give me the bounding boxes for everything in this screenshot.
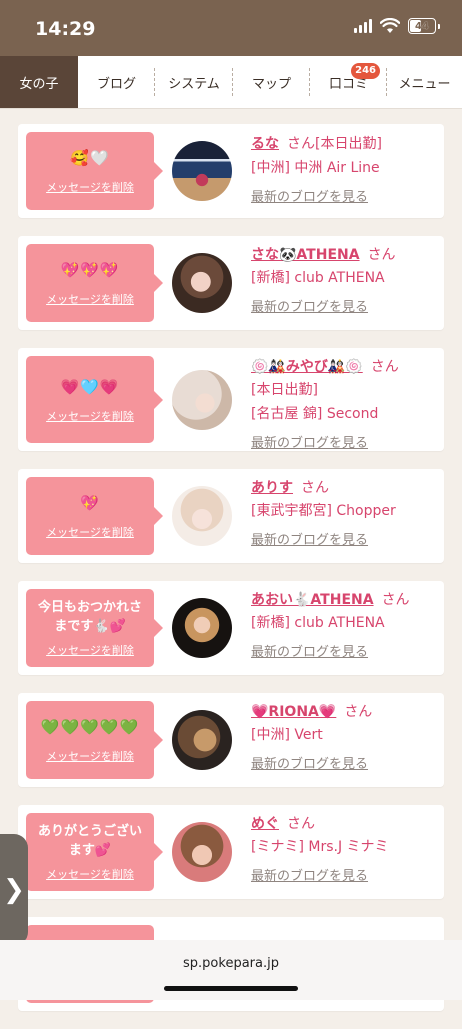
girl-card: 💚💚💚💚💚 メッセージを削除 💗RIONA💗 さん [中洲] Vert 最新のブロ… <box>18 693 444 787</box>
battery-level: 44 <box>415 20 429 32</box>
signal-icon <box>354 19 372 33</box>
side-drawer-toggle[interactable]: ❯ <box>0 834 28 946</box>
status-icons: 44 <box>354 18 440 34</box>
avatar[interactable] <box>172 598 232 658</box>
honorific: さん <box>287 136 315 152</box>
girl-info: 🍥🎎みやび🎎🍥 さん [本日出勤] [名古屋 錦] Second 最新のブログを見… <box>251 356 441 451</box>
nav-map[interactable]: マップ <box>233 56 310 108</box>
home-indicator <box>164 986 298 991</box>
girl-info: さな🐼ATHENA さん [新橋] club ATHENA 最新のブログを見る <box>251 244 441 315</box>
honorific: さん <box>381 592 410 608</box>
latest-blog-link[interactable]: 最新のブログを見る <box>251 641 441 660</box>
message-text: 💖💖💖 <box>60 261 120 279</box>
girl-name-link[interactable]: るな <box>251 136 279 152</box>
work-status: [本日出勤] <box>251 382 318 398</box>
girl-name-link[interactable]: 🍥🎎みやび🎎🍥 <box>251 359 363 375</box>
avatar[interactable] <box>172 370 232 430</box>
avatar[interactable] <box>172 822 232 882</box>
nav-reviews[interactable]: 口コミ 246 <box>310 56 387 108</box>
avatar[interactable] <box>172 141 232 201</box>
status-time: 14:29 <box>35 18 96 40</box>
reviews-count-badge: 246 <box>351 63 380 79</box>
nav-blog[interactable]: ブログ <box>78 56 155 108</box>
latest-blog-link[interactable]: 最新のブログを見る <box>251 529 441 548</box>
girl-name-link[interactable]: めぐ <box>251 816 279 832</box>
battery-icon: 44 <box>408 18 436 34</box>
message-text: 💗🩵💗 <box>60 377 120 396</box>
shop-name: [中洲] 中洲 Air Line <box>251 160 380 176</box>
work-status: [本日出勤] <box>315 136 382 152</box>
latest-blog-link[interactable]: 最新のブログを見る <box>251 432 441 451</box>
shop-name: [ミナミ] Mrs.J ミナミ <box>251 839 389 855</box>
avatar[interactable] <box>172 486 232 546</box>
message-text: ありがとうございます💕 <box>37 824 142 858</box>
girl-name-link[interactable]: さな🐼ATHENA <box>251 247 360 263</box>
girl-info: 💗RIONA💗 さん [中洲] Vert 最新のブログを見る <box>251 701 441 772</box>
delete-message-link[interactable]: メッセージを削除 <box>46 642 134 658</box>
shop-name: [名古屋 錦] Second <box>251 406 379 422</box>
message-bubble: 🥰🤍 メッセージを削除 <box>26 132 163 210</box>
shop-name: [新橋] club ATHENA <box>251 615 385 631</box>
url-text[interactable]: sp.pokepara.jp <box>183 956 279 971</box>
honorific: さん <box>287 816 315 832</box>
shop-name: [中洲] Vert <box>251 727 323 743</box>
message-text: 💚💚💚💚💚 <box>40 718 140 736</box>
message-bubble: 💖💖💖 メッセージを削除 <box>26 244 163 322</box>
girl-card: ありがとうございます💕 メッセージを削除 めぐ さん [ミナミ] Mrs.J ミナ… <box>18 805 444 899</box>
favorite-girls-list: 🥰🤍 メッセージを削除 るな さん[本日出勤] [中洲] 中洲 Air Line … <box>18 124 444 1029</box>
message-bubble: 今日もおつかれさまです🐇💕 メッセージを削除 <box>26 589 163 667</box>
girl-name-link[interactable]: 💗RIONA💗 <box>251 704 336 720</box>
message-bubble: 💖 メッセージを削除 <box>26 477 163 555</box>
girl-info: ありす さん [東武宇都宮] Chopper 最新のブログを見る <box>251 477 441 548</box>
nav-girls[interactable]: 女の子 <box>0 56 78 108</box>
message-text: 今日もおつかれさまです🐇💕 <box>37 600 142 634</box>
top-nav: 女の子 ブログ システム マップ 口コミ 246 メニュー <box>0 56 462 109</box>
message-text: 💖 <box>80 494 100 512</box>
girl-card: 🥰🤍 メッセージを削除 るな さん[本日出勤] [中洲] 中洲 Air Line … <box>18 124 444 218</box>
delete-message-link[interactable]: メッセージを削除 <box>46 524 134 540</box>
girl-info: るな さん[本日出勤] [中洲] 中洲 Air Line 最新のブログを見る <box>251 132 441 205</box>
nav-menu[interactable]: メニュー <box>387 56 462 108</box>
avatar[interactable] <box>172 253 232 313</box>
honorific: さん <box>301 480 329 496</box>
girl-card: 今日もおつかれさまです🐇💕 メッセージを削除 あおい🐇ATHENA さん [新橋]… <box>18 581 444 675</box>
avatar[interactable] <box>172 710 232 770</box>
nav-system[interactable]: システム <box>155 56 233 108</box>
shop-name: [新橋] club ATHENA <box>251 270 385 286</box>
message-bubble: 💗🩵💗 メッセージを削除 <box>26 356 163 443</box>
message-bubble: ありがとうございます💕 メッセージを削除 <box>26 813 163 891</box>
message-text: 🥰🤍 <box>70 149 110 167</box>
girl-info: あおい🐇ATHENA さん [新橋] club ATHENA 最新のブログを見る <box>251 589 441 660</box>
honorific: さん <box>370 359 399 375</box>
latest-blog-link[interactable]: 最新のブログを見る <box>251 753 441 772</box>
delete-message-link[interactable]: メッセージを削除 <box>46 748 134 764</box>
delete-message-link[interactable]: メッセージを削除 <box>46 291 134 307</box>
latest-blog-link[interactable]: 最新のブログを見る <box>251 865 441 884</box>
honorific: さん <box>344 704 373 720</box>
delete-message-link[interactable]: メッセージを削除 <box>46 408 134 424</box>
shop-name: [東武宇都宮] Chopper <box>251 503 396 519</box>
status-bar: 14:29 44 <box>0 0 462 56</box>
latest-blog-link[interactable]: 最新のブログを見る <box>251 186 441 205</box>
girl-info: めぐ さん [ミナミ] Mrs.J ミナミ 最新のブログを見る <box>251 813 441 884</box>
girl-card: 💖 メッセージを削除 ありす さん [東武宇都宮] Chopper 最新のブログを… <box>18 469 444 563</box>
delete-message-link[interactable]: メッセージを削除 <box>46 179 134 195</box>
wifi-icon <box>380 18 400 33</box>
honorific: さん <box>367 247 396 263</box>
girl-name-link[interactable]: ありす <box>251 480 293 496</box>
message-bubble: 💚💚💚💚💚 メッセージを削除 <box>26 701 163 779</box>
latest-blog-link[interactable]: 最新のブログを見る <box>251 296 441 315</box>
girl-name-link[interactable]: あおい🐇ATHENA <box>251 592 374 608</box>
girl-card: 💗🩵💗 メッセージを削除 🍥🎎みやび🎎🍥 さん [本日出勤] [名古屋 錦] Se… <box>18 348 444 451</box>
browser-url-bar: sp.pokepara.jp <box>0 940 462 1000</box>
delete-message-link[interactable]: メッセージを削除 <box>46 866 134 882</box>
girl-card: 💖💖💖 メッセージを削除 さな🐼ATHENA さん [新橋] club ATHEN… <box>18 236 444 330</box>
